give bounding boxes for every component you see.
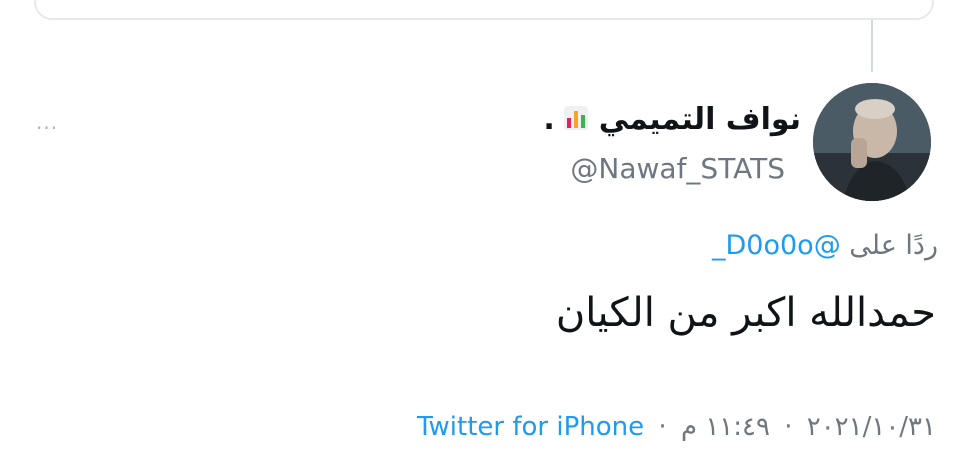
avatar[interactable] [813, 83, 931, 201]
meta-separator: · [784, 412, 793, 442]
more-options-icon[interactable]: ··· [36, 118, 58, 138]
reply-mention-link[interactable]: @D0o0o_ [712, 230, 841, 261]
tweet-source-link[interactable]: Twitter for iPhone [417, 412, 644, 442]
author-name-row[interactable]: . نواف التميمي [543, 102, 801, 137]
tweet-metadata: ٢٠٢١/١٠/٣١ · ١١:٤٩ م · Twitter for iPhon… [417, 412, 936, 442]
bar-chart-icon [563, 105, 589, 135]
replying-to-line: ردًا على @D0o0o_ [712, 230, 938, 261]
author-display-name: نواف التميمي [598, 102, 801, 137]
tweet-text: حمدالله اكبر من الكيان [555, 290, 936, 336]
meta-separator: · [658, 412, 667, 442]
name-suffix: . [543, 102, 555, 137]
reply-prefix: ردًا على [849, 230, 938, 261]
avatar-photo [813, 83, 931, 201]
tweet-date[interactable]: ٢٠٢١/١٠/٣١ [807, 412, 936, 442]
previous-tweet-card[interactable] [34, 0, 934, 20]
author-handle[interactable]: @Nawaf_STATS [570, 152, 785, 185]
tweet-time[interactable]: ١١:٤٩ م [681, 412, 770, 442]
thread-connector-line [871, 20, 873, 72]
